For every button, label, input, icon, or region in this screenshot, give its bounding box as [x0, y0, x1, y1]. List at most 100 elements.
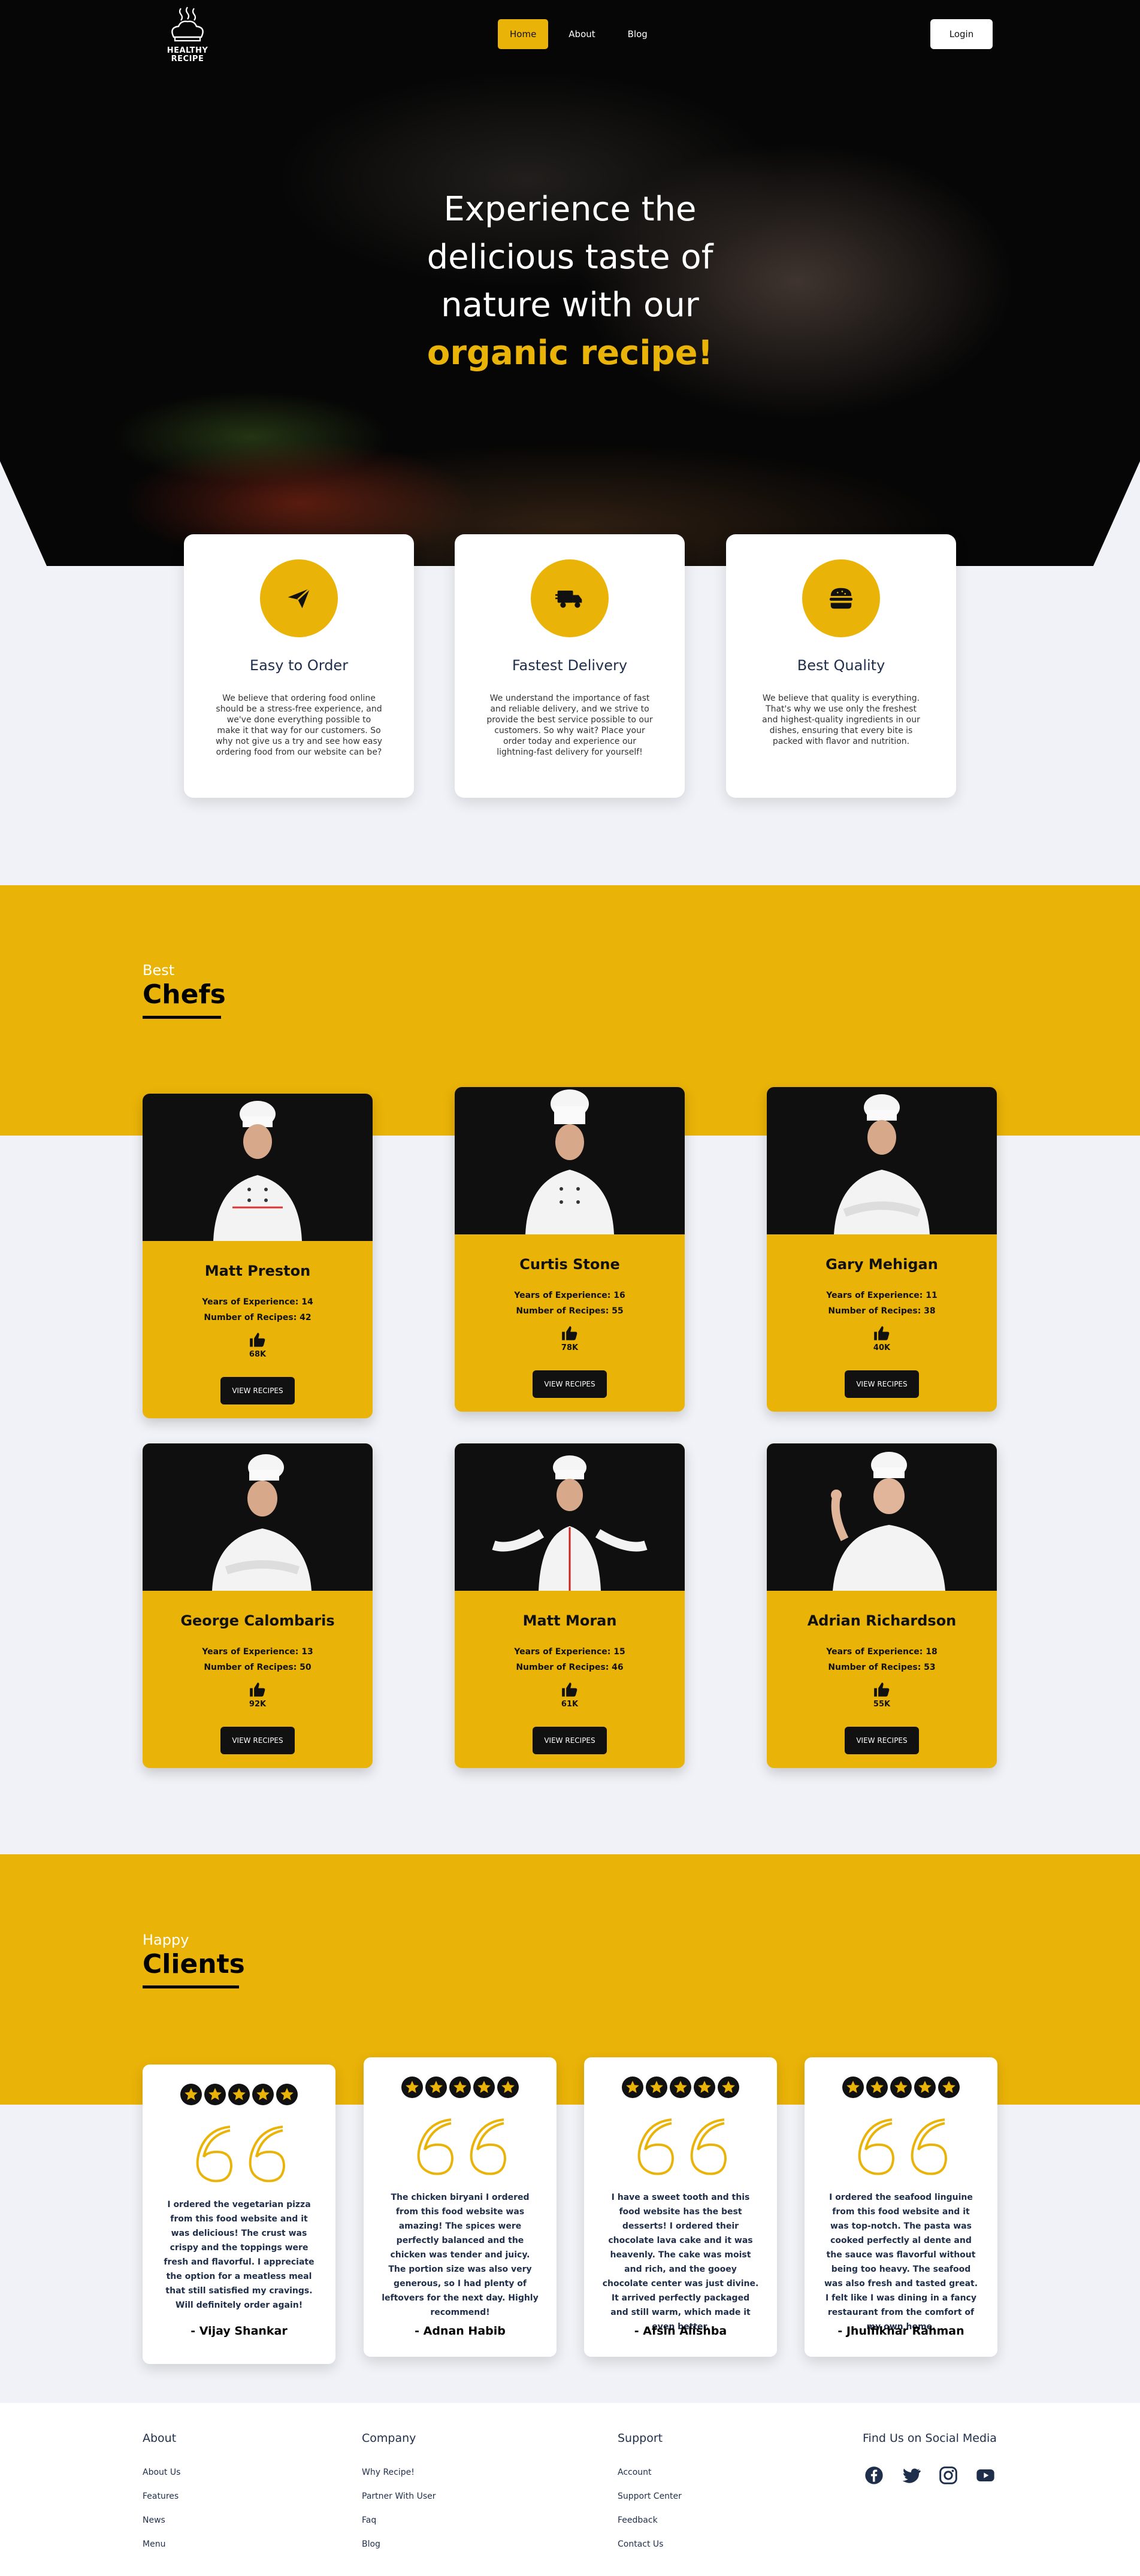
view-recipes-button[interactable]: VIEW RECIPES — [533, 1370, 607, 1398]
hero-line-3: nature with our — [441, 286, 699, 325]
chef-likes: 61K — [561, 1700, 579, 1709]
view-recipes-button[interactable]: VIEW RECIPES — [220, 1727, 295, 1754]
logo-text-line2: RECIPE — [171, 55, 204, 63]
hero-section: HEALTHY RECIPE Home About Blog Login Exp… — [0, 0, 1140, 566]
feature-text: We understand the importance of fast and… — [486, 694, 653, 757]
testimonial-text: I ordered the vegetarian pizza from this… — [164, 2200, 315, 2310]
footer-link-faq[interactable]: Faq — [362, 2516, 376, 2525]
logo-text-line1: HEALTHY — [167, 46, 208, 55]
main-nav: Home About Blog — [498, 19, 660, 49]
chef-likes: 55K — [873, 1700, 891, 1709]
chef-name: Adrian Richardson — [807, 1612, 957, 1629]
thumbs-up-icon[interactable] — [249, 1682, 266, 1697]
testimonial-author: - Afsin Alishba — [634, 2324, 727, 2338]
chef-card: Adrian Richardson Years of Experience: 1… — [767, 1443, 997, 1768]
feature-title: Best Quality — [797, 657, 885, 674]
star-rating — [584, 2076, 777, 2098]
chef-photo — [455, 1087, 685, 1234]
twitter-icon[interactable] — [902, 2466, 921, 2485]
chef-photo — [455, 1443, 685, 1591]
footer-link-news[interactable]: News — [143, 2516, 165, 2525]
star-icon — [228, 2084, 250, 2105]
chef-card: Matt Preston Years of Experience: 14 Num… — [143, 1094, 373, 1418]
instagram-icon[interactable] — [939, 2466, 958, 2485]
thumbs-up-icon[interactable] — [561, 1325, 578, 1341]
star-rating — [805, 2076, 997, 2098]
footer-support-heading: Support — [618, 2432, 663, 2445]
chefs-subtitle: Best — [143, 962, 175, 979]
footer-link-feedback[interactable]: Feedback — [618, 2516, 658, 2525]
footer-link-partner[interactable]: Partner With User — [362, 2492, 436, 2501]
nav-blog[interactable]: Blog — [616, 19, 660, 49]
thumbs-up-icon[interactable] — [873, 1682, 890, 1697]
view-recipes-button[interactable]: VIEW RECIPES — [845, 1727, 919, 1754]
testimonial-card: The chicken biryani I ordered from this … — [364, 2057, 557, 2357]
hero-line-2: delicious taste of — [427, 238, 713, 277]
chef-likes: 78K — [561, 1343, 579, 1352]
testimonial-author: - Adnan Habib — [415, 2324, 506, 2338]
thumbs-up-icon[interactable] — [873, 1325, 890, 1341]
nav-home[interactable]: Home — [498, 19, 549, 49]
footer-about-heading: About — [143, 2432, 177, 2445]
footer-link-blog[interactable]: Blog — [362, 2539, 380, 2549]
chef-experience: Years of Experience: 16 — [514, 1291, 625, 1300]
star-icon — [890, 2076, 912, 2098]
chef-name: Matt Moran — [522, 1612, 617, 1629]
nav-about[interactable]: About — [557, 19, 607, 49]
view-recipes-button[interactable]: VIEW RECIPES — [533, 1727, 607, 1754]
testimonial-card: I ordered the vegetarian pizza from this… — [143, 2065, 335, 2364]
youtube-icon[interactable] — [976, 2466, 995, 2485]
star-rating — [143, 2084, 335, 2105]
quote-icon — [417, 2118, 507, 2175]
chef-recipes: Number of Recipes: 42 — [204, 1313, 312, 1322]
thumbs-up-icon[interactable] — [561, 1682, 578, 1697]
view-recipes-button[interactable]: VIEW RECIPES — [845, 1370, 919, 1398]
site-footer — [0, 2403, 1140, 2576]
footer-link-why-recipe[interactable]: Why Recipe! — [362, 2468, 415, 2477]
login-button[interactable]: Login — [930, 19, 993, 49]
star-icon — [670, 2076, 691, 2098]
hero-heading: Experience the delicious taste of nature… — [0, 186, 1140, 377]
facebook-icon[interactable] — [864, 2466, 884, 2485]
star-icon — [646, 2076, 667, 2098]
view-recipes-button[interactable]: VIEW RECIPES — [220, 1377, 295, 1404]
testimonial-author: - Jhulfikhar Rahman — [837, 2324, 964, 2338]
chef-experience: Years of Experience: 18 — [826, 1647, 938, 1657]
quote-icon — [637, 2118, 727, 2175]
chef-name: Curtis Stone — [519, 1256, 620, 1273]
footer-link-features[interactable]: Features — [143, 2492, 179, 2501]
clients-title-underline — [143, 1985, 239, 1988]
star-icon — [425, 2076, 447, 2098]
chef-experience: Years of Experience: 13 — [202, 1647, 313, 1657]
chef-card: Matt Moran Years of Experience: 15 Numbe… — [455, 1443, 685, 1768]
chef-card: Gary Mehigan Years of Experience: 11 Num… — [767, 1087, 997, 1412]
star-icon — [718, 2076, 739, 2098]
footer-link-support-center[interactable]: Support Center — [618, 2492, 682, 2501]
chef-photo — [143, 1443, 373, 1591]
footer-link-contact-us[interactable]: Contact Us — [618, 2539, 663, 2549]
footer-link-menu[interactable]: Menu — [143, 2539, 165, 2549]
chefs-title: Chefs — [143, 979, 226, 1010]
feature-text: We believe that quality is everything. T… — [762, 694, 920, 746]
chef-experience: Years of Experience: 11 — [826, 1291, 938, 1300]
footer-social-heading: Find Us on Social Media — [863, 2432, 997, 2445]
chef-likes: 92K — [249, 1700, 267, 1709]
testimonial-text: The chicken biryani I ordered from this … — [382, 2193, 539, 2317]
testimonial-author: - Vijay Shankar — [190, 2324, 288, 2338]
star-icon — [401, 2076, 423, 2098]
clients-title: Clients — [143, 1949, 245, 1979]
footer-link-account[interactable]: Account — [618, 2468, 652, 2477]
footer-link-about-us[interactable]: About Us — [143, 2468, 180, 2477]
star-icon — [938, 2076, 960, 2098]
chef-recipes: Number of Recipes: 46 — [516, 1663, 624, 1672]
quote-icon — [196, 2126, 286, 2183]
feature-title: Fastest Delivery — [512, 657, 628, 674]
chef-name: George Calombaris — [180, 1612, 335, 1629]
thumbs-up-icon[interactable] — [249, 1332, 266, 1348]
testimonial-card: I have a sweet tooth and this food websi… — [584, 2057, 777, 2357]
star-icon — [914, 2076, 936, 2098]
chef-card: George Calombaris Years of Experience: 1… — [143, 1443, 373, 1768]
feature-card-fast-delivery: Fastest Delivery We understand the impor… — [455, 534, 685, 798]
site-logo[interactable]: HEALTHY RECIPE — [163, 5, 212, 67]
clients-subtitle: Happy — [143, 1932, 189, 1948]
